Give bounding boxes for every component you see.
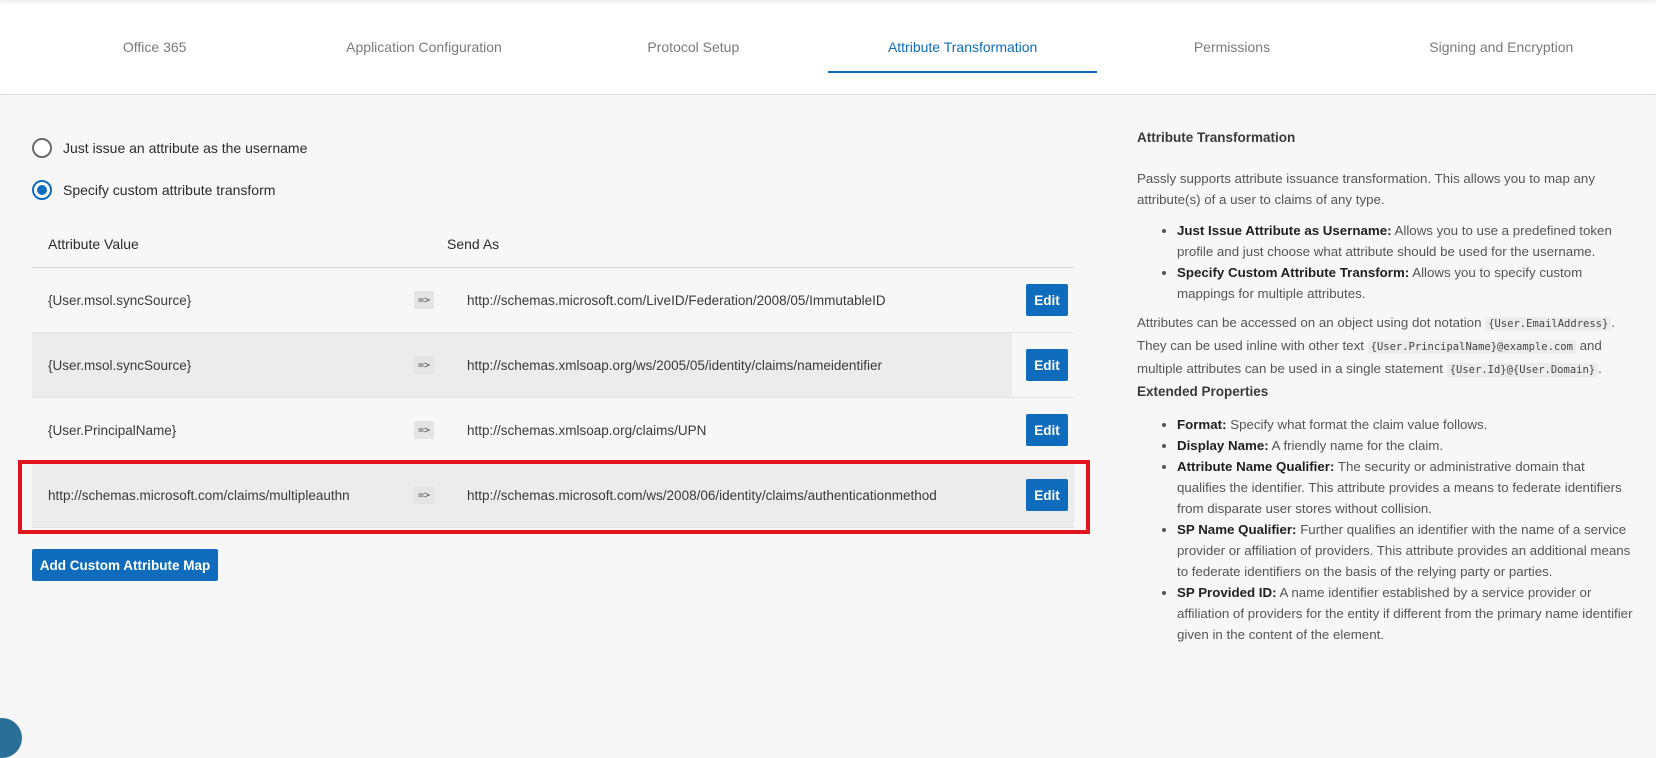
list-item-desc: Specify what format the claim value foll…	[1230, 417, 1488, 432]
tab-permissions[interactable]: Permissions	[1097, 0, 1366, 95]
help-intro: Passly supports attribute issuance trans…	[1137, 171, 1595, 207]
notation-text: Attributes can be accessed on an object …	[1137, 315, 1482, 330]
arrow-icon: =>	[414, 356, 434, 374]
table-row: {User.msol.syncSource} => http://schemas…	[32, 268, 1074, 333]
list-item-term: Display Name:	[1177, 438, 1269, 453]
radio-just-issue[interactable]	[32, 138, 52, 158]
arrow-icon: =>	[414, 291, 434, 309]
tab-bar: Office 365 Application Configuration Pro…	[0, 0, 1656, 95]
mode-list: Just Issue Attribute as Username: Allows…	[1137, 220, 1635, 304]
list-item: SP Provided ID: A name identifier establ…	[1177, 582, 1635, 645]
attribute-value-cell: {User.PrincipalName}	[48, 422, 177, 438]
column-header-attribute-value: Attribute Value	[48, 235, 139, 252]
table-header: Attribute Value Send As	[32, 220, 1074, 268]
option-just-issue-label: Just issue an attribute as the username	[63, 140, 308, 156]
notation-text: .	[1598, 361, 1602, 376]
list-item-term: Just Issue Attribute as Username:	[1177, 223, 1392, 238]
list-item-term: Attribute Name Qualifier:	[1177, 459, 1335, 474]
send-as-cell: http://schemas.xmlsoap.org/ws/2005/05/id…	[467, 357, 882, 373]
list-item: Format: Specify what format the claim va…	[1177, 414, 1635, 435]
column-header-send-as: Send As	[447, 235, 500, 252]
list-item: Attribute Name Qualifier: The security o…	[1177, 456, 1635, 519]
table-row: {User.msol.syncSource} => http://schemas…	[32, 333, 1074, 398]
arrow-icon: =>	[414, 486, 434, 504]
help-panel: Attribute Transformation Passly supports…	[1137, 127, 1635, 653]
send-as-cell: http://schemas.microsoft.com/LiveID/Fede…	[467, 292, 886, 308]
edit-button[interactable]: Edit	[1026, 479, 1068, 511]
chat-launcher-icon[interactable]	[0, 718, 22, 758]
tab-office-365[interactable]: Office 365	[20, 0, 289, 95]
option-custom-transform-label: Specify custom attribute transform	[63, 182, 276, 198]
table-row: {User.PrincipalName} => http://schemas.x…	[32, 398, 1074, 463]
table-row: http://schemas.microsoft.com/claims/mult…	[32, 463, 1074, 528]
tab-protocol-setup[interactable]: Protocol Setup	[559, 0, 828, 95]
edit-button[interactable]: Edit	[1026, 284, 1068, 316]
option-custom-transform[interactable]: Specify custom attribute transform	[32, 180, 275, 200]
list-item-term: SP Name Qualifier:	[1177, 522, 1297, 537]
tab-application-configuration[interactable]: Application Configuration	[289, 0, 558, 95]
list-item-desc: A friendly name for the claim.	[1271, 438, 1444, 453]
tabs: Office 365 Application Configuration Pro…	[20, 0, 1636, 95]
attribute-value-cell: {User.msol.syncSource}	[48, 357, 192, 373]
list-item-term: Format:	[1177, 417, 1227, 432]
send-as-cell: http://schemas.microsoft.com/ws/2008/06/…	[467, 487, 937, 503]
list-item: Just Issue Attribute as Username: Allows…	[1177, 220, 1635, 262]
tab-signing-and-encryption[interactable]: Signing and Encryption	[1367, 0, 1636, 95]
option-just-issue[interactable]: Just issue an attribute as the username	[32, 138, 307, 158]
attribute-value-cell: http://schemas.microsoft.com/claims/mult…	[48, 487, 350, 503]
list-item: Specify Custom Attribute Transform: Allo…	[1177, 262, 1635, 304]
list-item: SP Name Qualifier: Further qualifies an …	[1177, 519, 1635, 582]
attribute-map-table: Attribute Value Send As {User.msol.syncS…	[32, 220, 1074, 528]
add-custom-attribute-map-button[interactable]: Add Custom Attribute Map	[32, 549, 218, 581]
list-item: Display Name: A friendly name for the cl…	[1177, 435, 1635, 456]
help-title: Attribute Transformation	[1137, 130, 1296, 145]
extended-properties-title: Extended Properties	[1137, 384, 1269, 399]
code-sample: {User.Id}@{User.Domain}	[1446, 363, 1599, 377]
edit-button[interactable]: Edit	[1026, 349, 1068, 381]
list-item-term: SP Provided ID:	[1177, 585, 1277, 600]
edit-button[interactable]: Edit	[1026, 414, 1068, 446]
list-item-term: Specify Custom Attribute Transform:	[1177, 265, 1410, 280]
code-sample: {User.PrincipalName}@example.com	[1367, 340, 1576, 354]
dot-notation-text: Attributes can be accessed on an object …	[1137, 312, 1635, 381]
radio-custom-transform[interactable]	[32, 180, 52, 200]
extended-properties-list: Format: Specify what format the claim va…	[1137, 414, 1635, 645]
send-as-cell: http://schemas.xmlsoap.org/claims/UPN	[467, 422, 707, 438]
tab-attribute-transformation[interactable]: Attribute Transformation	[827, 0, 1098, 95]
arrow-icon: =>	[414, 421, 434, 439]
code-sample: {User.EmailAddress}	[1485, 317, 1612, 331]
attribute-value-cell: {User.msol.syncSource}	[48, 292, 192, 308]
